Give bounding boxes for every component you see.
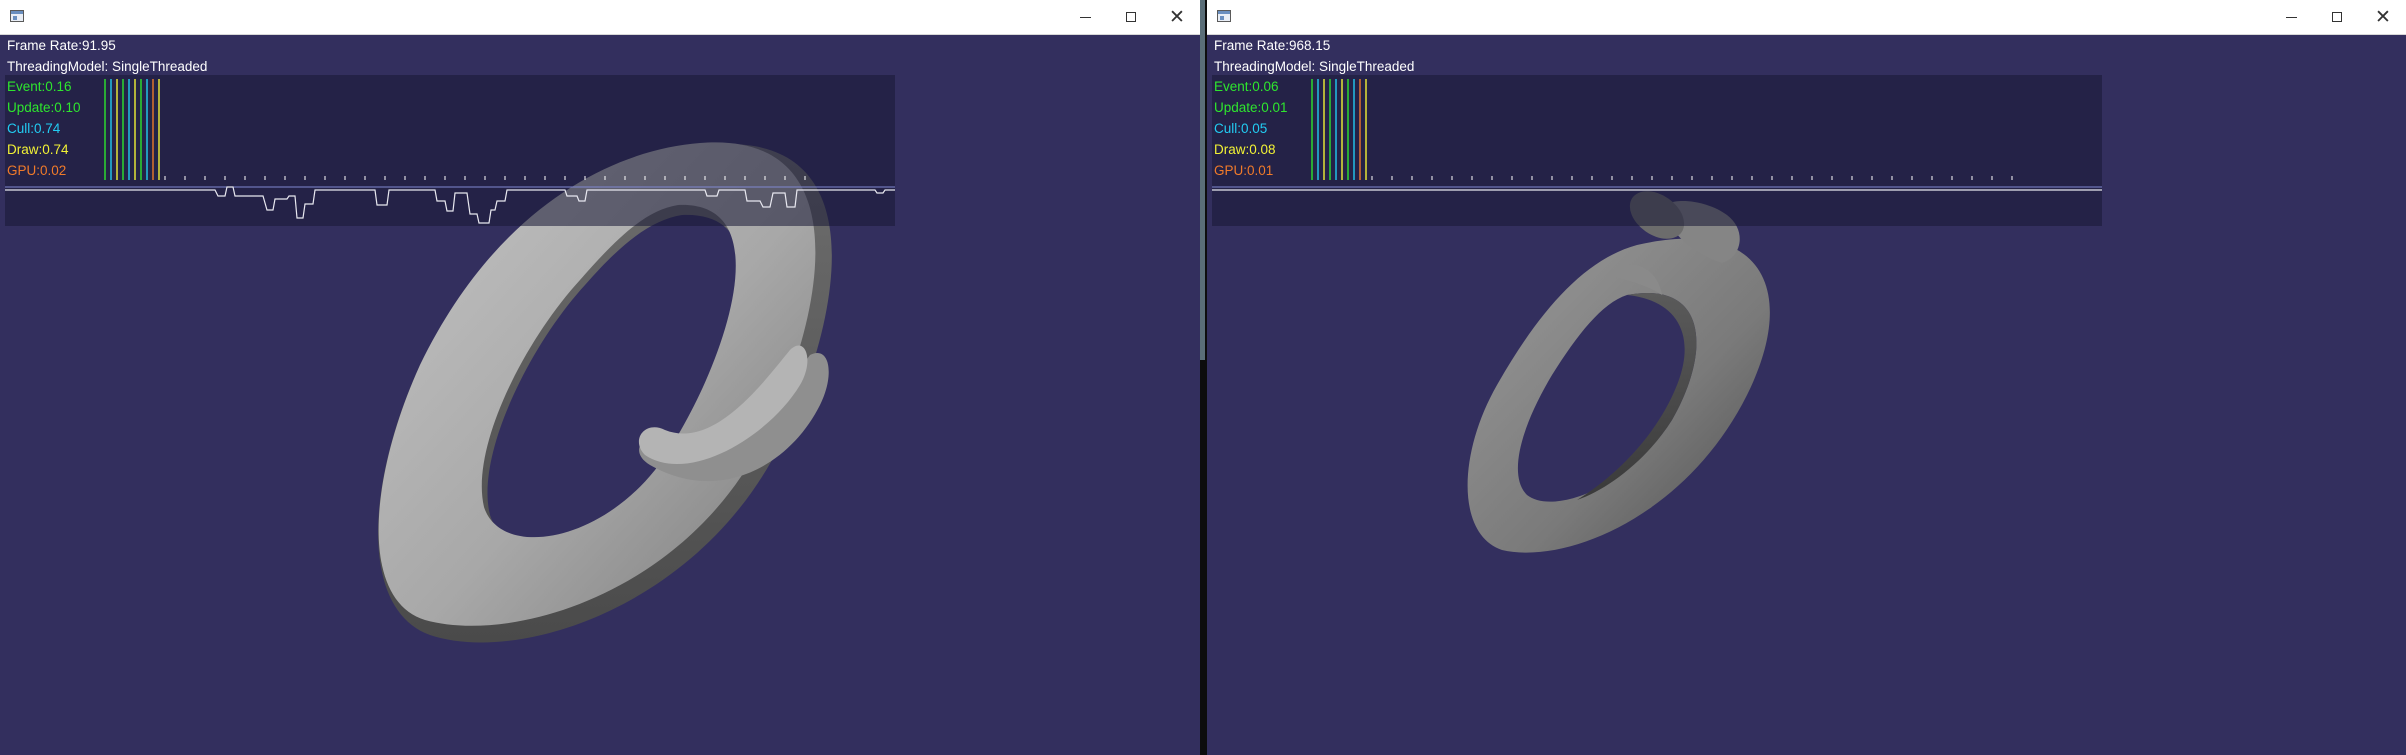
left-3d-viewport[interactable]: Frame Rate:91.95 ThreadingModel: SingleT… [0,35,1200,755]
left-stats-panel: Event:0.16 Update:0.10 Cull:0.74 Draw:0.… [5,75,895,266]
frame-timing-graph [1212,79,2102,191]
frame-rate-readout: Frame Rate:968.15 [1214,38,1331,53]
app-window-icon[interactable] [10,10,24,22]
right-viewer-window: ✕ Frame Rate:968.15 ThreadingModel: Sing… [1207,0,2406,755]
frame-rate-readout: Frame Rate:91.95 [7,38,116,53]
maximize-icon [1126,12,1136,22]
maximize-icon [2332,12,2342,22]
window-gap [1200,0,1207,755]
close-button[interactable]: ✕ [2360,0,2406,34]
minimize-button[interactable] [2268,0,2314,34]
app-window-icon[interactable] [1217,10,1231,22]
minimize-icon [2285,16,2297,18]
left-title-bar[interactable]: ✕ [0,0,1200,35]
right-stats-panel: Event:0.06 Update:0.01 Cull:0.05 Draw:0.… [1212,75,2102,266]
close-icon: ✕ [1169,6,1185,28]
right-3d-viewport[interactable]: Frame Rate:968.15 ThreadingModel: Single… [1207,35,2406,755]
minimize-button[interactable] [1062,0,1108,34]
background-window-edge [1200,0,1205,360]
maximize-button[interactable] [2314,0,2360,34]
right-title-bar[interactable]: ✕ [1207,0,2406,35]
frame-timing-graph [5,79,895,224]
threading-model-readout: ThreadingModel: SingleThreaded [7,59,208,74]
minimize-icon [1079,16,1091,18]
left-viewer-window: ✕ Frame Rate:91.95 ThreadingModel: Singl… [0,0,1200,755]
close-icon: ✕ [2375,6,2391,28]
close-button[interactable]: ✕ [1154,0,1200,34]
threading-model-readout: ThreadingModel: SingleThreaded [1214,59,1415,74]
maximize-button[interactable] [1108,0,1154,34]
